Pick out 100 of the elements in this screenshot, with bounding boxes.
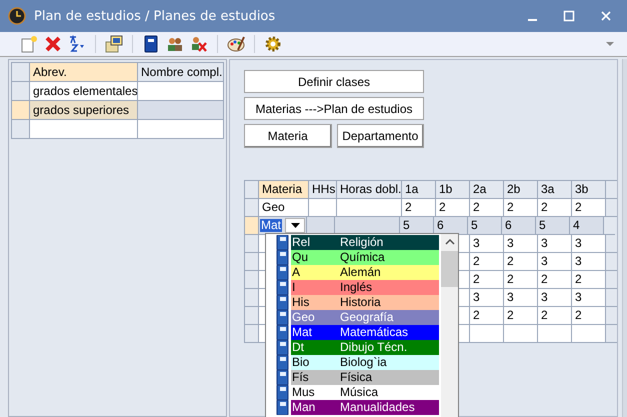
table-cell[interactable]: 2 xyxy=(470,199,504,217)
table-cell[interactable] xyxy=(572,325,606,343)
table-cell[interactable]: 3 xyxy=(470,235,504,253)
column-header[interactable]: 2a xyxy=(470,181,504,199)
scrollbar[interactable] xyxy=(441,234,458,417)
table-cell[interactable]: 6 xyxy=(434,217,468,235)
table-cell[interactable]: 3 xyxy=(470,289,504,307)
table-cell[interactable]: grados elementales xyxy=(30,82,138,101)
table-cell[interactable]: 2 xyxy=(504,253,538,271)
row-header[interactable] xyxy=(245,217,259,235)
table-cell[interactable] xyxy=(309,199,337,217)
column-header[interactable]: Horas dobl. xyxy=(337,181,402,199)
table-cell[interactable] xyxy=(538,325,572,343)
list-item[interactable]: Geo Geografía xyxy=(291,310,439,325)
table-cell[interactable]: 5 xyxy=(468,217,502,235)
table-cell[interactable]: 2 xyxy=(538,199,572,217)
chevron-up-icon[interactable] xyxy=(444,239,454,245)
table-cell[interactable]: 2 xyxy=(436,199,470,217)
table-cell[interactable]: 3 xyxy=(538,235,572,253)
column-header[interactable]: Materia xyxy=(259,181,309,199)
table-cell[interactable]: 2 xyxy=(504,307,538,325)
table-cell[interactable]: 2 xyxy=(572,307,606,325)
table-cell[interactable]: 2 xyxy=(538,307,572,325)
table-cell[interactable]: 2 xyxy=(402,199,436,217)
table-cell[interactable]: grados superiores xyxy=(30,101,138,120)
list-item[interactable]: I Inglés xyxy=(291,280,439,295)
scrollbar[interactable] xyxy=(622,59,627,417)
table-cell[interactable]: 2 xyxy=(470,271,504,289)
book-icon xyxy=(275,340,289,355)
column-header[interactable]: Abrev. xyxy=(30,63,138,82)
table-cell[interactable]: 2 xyxy=(572,199,606,217)
delete-icon[interactable] xyxy=(43,34,63,54)
table-cell[interactable] xyxy=(138,82,224,101)
row-header[interactable] xyxy=(245,253,259,271)
row-header[interactable] xyxy=(245,235,259,253)
table-cell[interactable]: 3 xyxy=(572,235,606,253)
list-item[interactable]: A Alemán xyxy=(291,265,439,280)
table-cell[interactable]: 5 xyxy=(536,217,570,235)
action-button[interactable]: Materias --->Plan de estudios xyxy=(244,97,424,120)
list-item[interactable]: Rel Religión xyxy=(291,235,439,250)
table-cell[interactable]: 3 xyxy=(572,253,606,271)
dropdown-button[interactable] xyxy=(285,218,306,233)
column-header[interactable]: Nombre compl. xyxy=(138,63,224,82)
row-header[interactable] xyxy=(245,289,259,307)
row-header[interactable] xyxy=(245,325,259,343)
action-button[interactable]: Definir clases xyxy=(244,70,424,93)
table-cell-editor[interactable]: Mat xyxy=(259,217,307,235)
row-header[interactable] xyxy=(245,199,259,217)
table-cell[interactable] xyxy=(337,199,402,217)
table-cell[interactable] xyxy=(138,120,224,139)
table-cell[interactable]: 2 xyxy=(470,307,504,325)
chevron-down-icon[interactable] xyxy=(606,41,614,47)
column-header[interactable]: 3a xyxy=(538,181,572,199)
list-item[interactable]: His Historia xyxy=(291,295,439,310)
table-cell[interactable]: 2 xyxy=(538,271,572,289)
column-header[interactable]: 1a xyxy=(402,181,436,199)
table-cell[interactable]: 2 xyxy=(572,271,606,289)
row-header[interactable] xyxy=(12,101,30,120)
list-item[interactable]: Man Manualidades xyxy=(291,400,439,415)
list-item[interactable]: Dt Dibujo Técn. xyxy=(291,340,439,355)
row-header[interactable] xyxy=(12,82,30,101)
row-header[interactable] xyxy=(245,307,259,325)
selected-text: Mat xyxy=(260,219,282,232)
window-title: Plan de estudios / Planes de estudios xyxy=(34,8,276,24)
table-cell[interactable]: 2 xyxy=(504,271,538,289)
column-header[interactable]: 1b xyxy=(436,181,470,199)
table-cell[interactable] xyxy=(504,325,538,343)
table-cell[interactable]: 2 xyxy=(504,199,538,217)
clock-icon xyxy=(8,7,26,25)
table-cell[interactable] xyxy=(470,325,504,343)
column-header[interactable]: HHs xyxy=(309,181,337,199)
table-cell[interactable]: Geo xyxy=(259,199,309,217)
list-item[interactable]: Bio Biolog`ia xyxy=(291,355,439,370)
palette-icon[interactable] xyxy=(226,34,246,54)
table-cell[interactable]: 3 xyxy=(504,289,538,307)
row-header[interactable] xyxy=(12,120,30,139)
table-cell[interactable]: 3 xyxy=(504,235,538,253)
row-header[interactable] xyxy=(245,271,259,289)
list-item[interactable]: Qu Química xyxy=(291,250,439,265)
list-item[interactable]: Fís Física xyxy=(291,370,439,385)
table-cell[interactable]: 3 xyxy=(572,289,606,307)
sort-icon[interactable] xyxy=(67,34,87,54)
book-icon xyxy=(275,355,289,370)
settings-icon[interactable] xyxy=(263,34,283,54)
table-cell[interactable]: 3 xyxy=(538,253,572,271)
scrollbar-thumb[interactable] xyxy=(441,251,458,287)
action-button[interactable]: Departamento xyxy=(336,124,424,148)
table-cell[interactable]: 6 xyxy=(502,217,536,235)
table-cell[interactable] xyxy=(138,101,224,120)
table-cell[interactable] xyxy=(30,120,138,139)
table-cell[interactable]: 4 xyxy=(570,217,604,235)
people-remove-icon[interactable] xyxy=(189,34,209,54)
column-header[interactable]: 3b xyxy=(572,181,606,199)
column-header[interactable]: 2b xyxy=(504,181,538,199)
action-button[interactable]: Materia xyxy=(244,124,332,148)
new-item-icon[interactable] xyxy=(19,34,39,54)
table-cell[interactable]: 3 xyxy=(538,289,572,307)
list-item[interactable]: Mat Matemáticas xyxy=(291,325,439,340)
window-grid-icon[interactable] xyxy=(104,34,124,54)
table-cell[interactable]: 2 xyxy=(470,253,504,271)
